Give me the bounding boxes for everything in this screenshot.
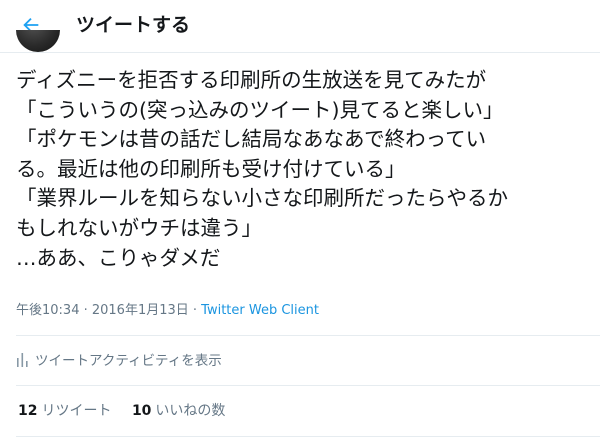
- likes-count: 10: [131, 403, 152, 419]
- meta-separator: ·: [188, 303, 202, 318]
- tweet-line: ディズニーを拒否する印刷所の生放送を見てみたが: [16, 68, 487, 92]
- page-title: ツイートする: [76, 14, 191, 36]
- likes-stat[interactable]: 10 いいねの数: [132, 402, 225, 420]
- tweet-line: …ああ、こりゃダメだ: [16, 245, 221, 270]
- avatar[interactable]: [16, 30, 60, 52]
- tweet-meta: 午後10:34 · 2016年1月13日 · Twitter Web Clien…: [16, 302, 319, 320]
- tweet-activity-link[interactable]: ツイートアクティビティを表示: [16, 352, 222, 370]
- activity-label: ツイートアクティビティを表示: [35, 353, 222, 369]
- bar-chart-icon: [17, 353, 28, 367]
- divider: [16, 335, 600, 336]
- tweet-stats: 12 リツイート 10 いいねの数: [18, 402, 241, 420]
- retweets-stat[interactable]: 12 リツイート: [18, 402, 111, 420]
- tweet-line: 「こういうの(突っ込みのツイート)見てると楽しい」: [16, 97, 504, 122]
- tweet-timestamp[interactable]: 午後10:34 · 2016年1月13日: [16, 303, 189, 318]
- tweet-body: ディズニーを拒否する印刷所の生放送を見てみたが 「こういうの(突っ込みのツイート…: [16, 66, 588, 273]
- tweet-line: る。最近は他の印刷所も受け付けている」: [16, 156, 406, 181]
- tweet-line: 「ポケモンは昔の話だし結局なあなあで終わってい: [16, 127, 487, 152]
- likes-label: いいねの数: [155, 403, 226, 419]
- divider: [16, 436, 600, 437]
- retweets-count: 12: [18, 403, 38, 419]
- tweet-client-link[interactable]: Twitter Web Client: [201, 303, 319, 318]
- tweet-line: もしれないがウチは違う」: [16, 215, 262, 240]
- top-bar: ツイートする: [0, 0, 600, 53]
- divider: [16, 385, 600, 386]
- tweet-line: 「業界ルールを知らない小さな印刷所だったらやるか: [16, 186, 508, 211]
- retweets-label: リツイート: [41, 403, 112, 419]
